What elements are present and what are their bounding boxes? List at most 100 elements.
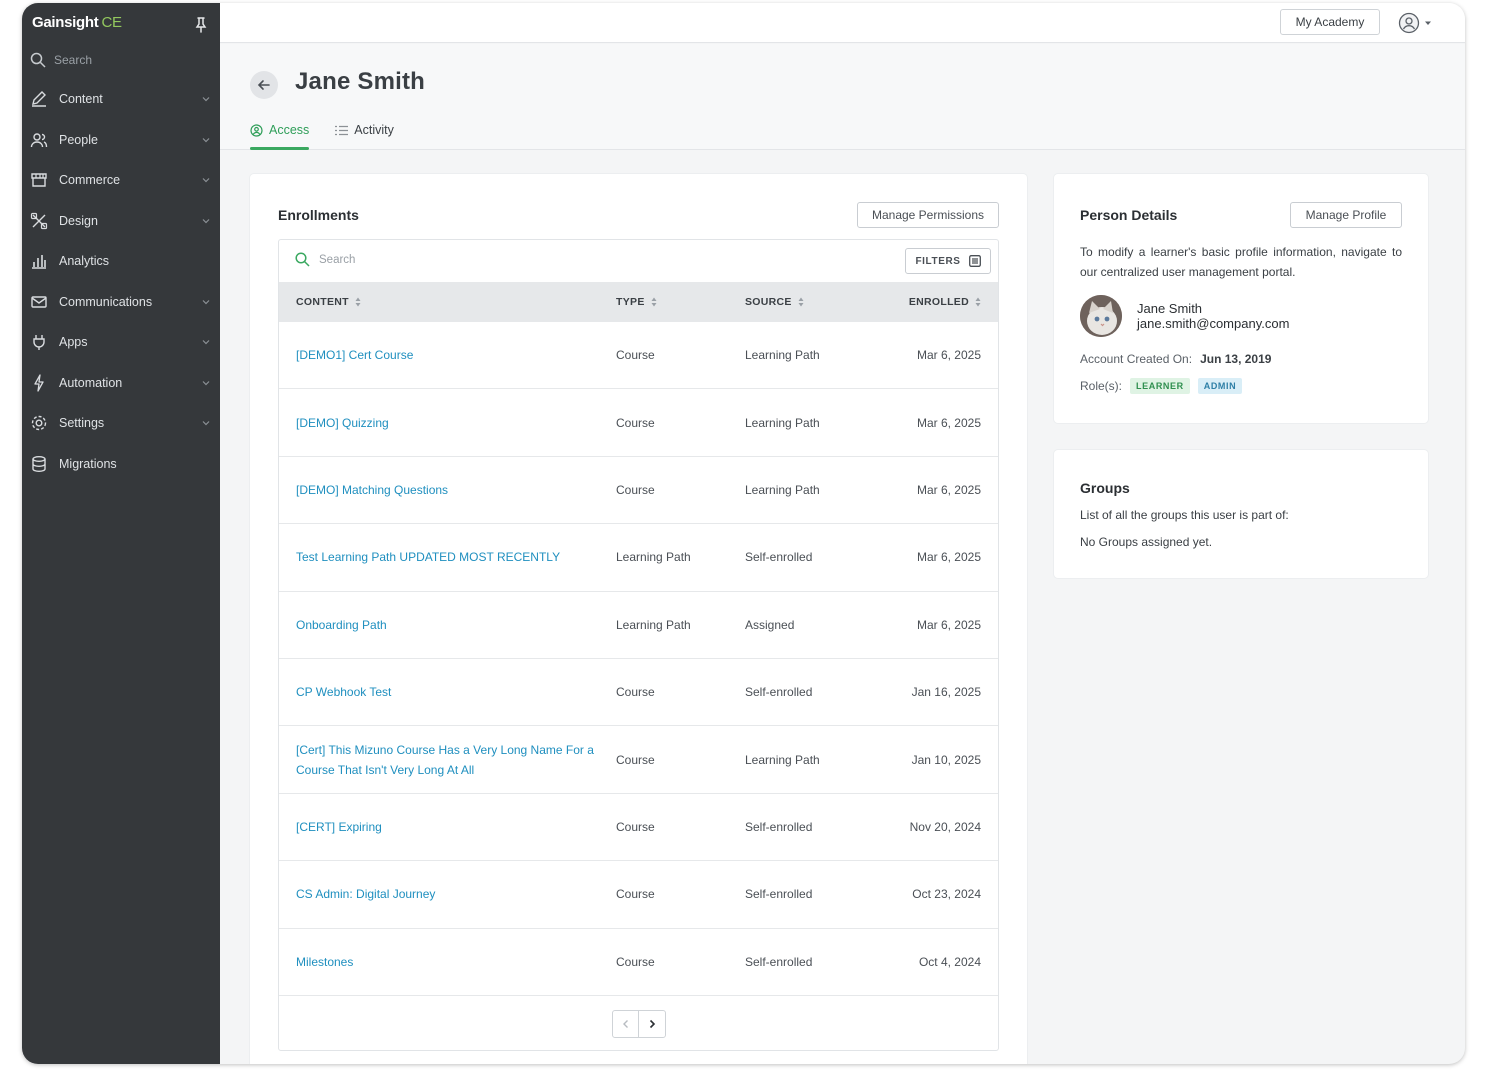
type-cell: Course: [616, 482, 655, 497]
groups-subtitle: List of all the groups this user is part…: [1080, 508, 1289, 522]
content-link[interactable]: CS Admin: Digital Journey: [296, 861, 606, 927]
table-search[interactable]: Search: [295, 252, 355, 267]
topbar: My Academy: [220, 3, 1465, 43]
content-link[interactable]: CP Webhook Test: [296, 659, 606, 725]
filters-button[interactable]: FILTERS: [905, 248, 991, 274]
groups-empty-message: No Groups assigned yet.: [1080, 535, 1213, 549]
filter-panel-icon: [968, 255, 981, 267]
sidebar-search-placeholder: Search: [54, 53, 93, 67]
column-header-source[interactable]: SOURCE: [745, 282, 804, 322]
table-header: CONTENT TYPE SOURCE ENROLLED: [279, 282, 998, 322]
column-header-content[interactable]: CONTENT: [296, 282, 361, 322]
source-cell: Self-enrolled: [745, 887, 813, 902]
sidebar-item-commerce[interactable]: Commerce: [22, 160, 220, 201]
chevron-down-icon: [202, 218, 210, 224]
sort-icon: [975, 297, 981, 307]
enrollments-card: Enrollments Manage Permissions Search FI…: [250, 174, 1027, 1064]
user-circle-icon: [250, 123, 263, 137]
sidebar-item-label: People: [59, 132, 98, 147]
next-page-button[interactable]: [639, 1011, 665, 1037]
back-button[interactable]: [250, 71, 278, 99]
sidebar-item-automation[interactable]: Automation: [22, 363, 220, 404]
column-header-type[interactable]: TYPE: [616, 282, 657, 322]
sidebar-item-label: Content: [59, 92, 103, 107]
type-cell: Course: [616, 752, 655, 767]
content-link[interactable]: [DEMO] Matching Questions: [296, 457, 606, 523]
sort-icon: [651, 297, 657, 307]
enrolled-cell: Mar 6, 2025: [916, 617, 981, 632]
sidebar-item-label: Communications: [59, 294, 153, 309]
manage-profile-button[interactable]: Manage Profile: [1290, 202, 1402, 228]
type-cell: Course: [616, 348, 655, 363]
person-name: Jane Smith: [1137, 301, 1203, 316]
arrow-left-icon: [257, 80, 270, 90]
sidebar-item-apps[interactable]: Apps: [22, 322, 220, 363]
content-link[interactable]: [Cert] This Mizuno Course Has a Very Lon…: [296, 726, 606, 792]
sidebar-item-label: Commerce: [59, 173, 121, 188]
column-header-enrolled[interactable]: ENROLLED: [909, 282, 981, 322]
tab-label: Activity: [354, 123, 394, 137]
store-icon: [30, 171, 48, 189]
tab-activity[interactable]: Activity: [335, 118, 394, 150]
column-header-label: ENROLLED: [908, 296, 969, 308]
sidebar-item-analytics[interactable]: Analytics: [22, 241, 220, 282]
sidebar-item-communications[interactable]: Communications: [22, 282, 220, 323]
enrollments-title: Enrollments: [278, 207, 359, 223]
enrolled-cell: Mar 6, 2025: [916, 550, 981, 565]
sidebar-item-settings[interactable]: Settings: [22, 403, 220, 444]
tab-label: Access: [269, 123, 310, 137]
user-menu[interactable]: [1398, 12, 1438, 34]
type-cell: Course: [616, 415, 655, 430]
my-academy-button[interactable]: My Academy: [1280, 9, 1380, 35]
type-cell: Learning Path: [616, 550, 691, 565]
type-cell: Course: [616, 685, 655, 700]
sort-icon: [355, 297, 361, 307]
database-icon: [30, 455, 48, 473]
enrollments-table: Search FILTERS CONTENT TYPE SOURCE ENROL…: [278, 239, 999, 1051]
table-row: [DEMO1] Cert Course Course Learning Path…: [279, 322, 998, 390]
sidebar-item-label: Automation: [59, 375, 123, 390]
sort-icon: [798, 297, 804, 307]
pagination: [612, 1010, 666, 1038]
column-header-label: SOURCE: [745, 296, 792, 308]
type-cell: Course: [616, 887, 655, 902]
prev-page-button[interactable]: [613, 1011, 639, 1037]
app-window: Gainsight CE Search Content People Commer…: [22, 3, 1465, 1064]
person-details-title: Person Details: [1080, 207, 1178, 223]
sidebar-item-people[interactable]: People: [22, 120, 220, 161]
source-cell: Assigned: [745, 617, 795, 632]
content-link[interactable]: [DEMO] Quizzing: [296, 389, 606, 455]
content-link[interactable]: Onboarding Path: [296, 592, 606, 658]
table-row: Milestones Course Self-enrolled Oct 4, 2…: [279, 929, 998, 996]
pin-icon[interactable]: [194, 17, 208, 33]
column-header-label: TYPE: [616, 296, 645, 308]
table-search-placeholder: Search: [319, 253, 356, 266]
brand-name: Gainsight: [32, 14, 99, 31]
table-row: CP Webhook Test Course Self-enrolled Jan…: [279, 659, 998, 727]
sidebar-item-label: Settings: [59, 416, 105, 431]
bolt-icon: [30, 374, 48, 392]
sidebar-item-migrations[interactable]: Migrations: [22, 444, 220, 485]
content-link[interactable]: [CERT] Expiring: [296, 794, 606, 860]
table-row: CS Admin: Digital Journey Course Self-en…: [279, 861, 998, 929]
brand-logo[interactable]: Gainsight CE: [32, 14, 122, 31]
tab-access[interactable]: Access: [250, 118, 310, 150]
table-row: [CERT] Expiring Course Self-enrolled Nov…: [279, 794, 998, 862]
sidebar-item-content[interactable]: Content: [22, 79, 220, 120]
table-row: Onboarding Path Learning Path Assigned M…: [279, 592, 998, 659]
chevron-down-icon: [202, 340, 210, 345]
sidebar-item-design[interactable]: Design: [22, 201, 220, 242]
chevron-left-icon: [622, 1020, 628, 1028]
profile-description: To modify a learner's basic profile info…: [1080, 245, 1402, 279]
content-link[interactable]: Test Learning Path UPDATED MOST RECENTLY: [296, 524, 606, 590]
people-icon: [30, 131, 48, 149]
content-link[interactable]: Milestones: [296, 929, 606, 995]
manage-permissions-button[interactable]: Manage Permissions: [857, 202, 999, 228]
list-icon: [335, 125, 349, 135]
type-cell: Course: [616, 954, 655, 969]
role-badge-learner: LEARNER: [1130, 378, 1190, 394]
tab-bar: Access Activity: [250, 118, 394, 150]
content-link[interactable]: [DEMO1] Cert Course: [296, 322, 606, 388]
sidebar-search[interactable]: Search: [30, 48, 210, 72]
person-email: jane.smith@company.com: [1137, 316, 1290, 331]
